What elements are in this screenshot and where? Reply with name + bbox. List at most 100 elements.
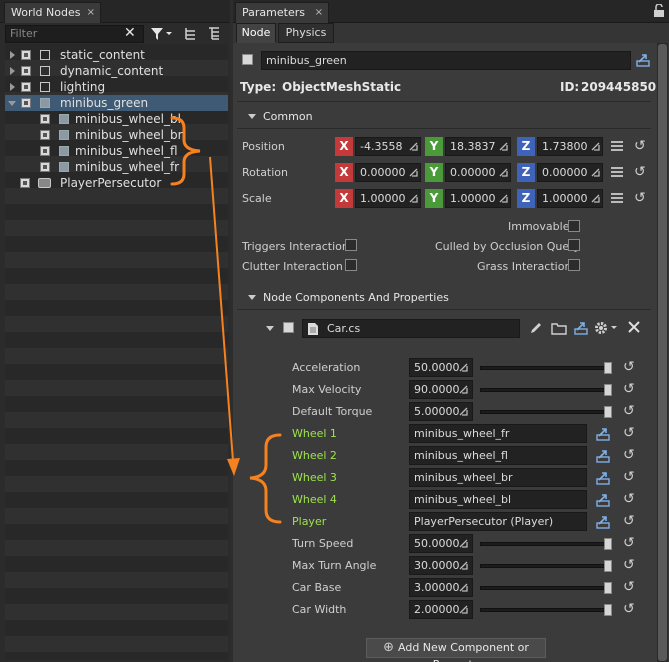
drag-arrow-icon[interactable] bbox=[459, 583, 468, 592]
lock-icon[interactable] bbox=[653, 4, 665, 18]
component-file-field[interactable]: Car.cs bbox=[302, 319, 520, 338]
param-node-field[interactable]: minibus_wheel_fr bbox=[409, 424, 587, 443]
enabled-checkbox[interactable] bbox=[21, 50, 31, 60]
tree-item[interactable]: dynamic_content bbox=[5, 63, 228, 79]
drag-arrow-icon[interactable] bbox=[459, 385, 468, 394]
drag-arrow-icon[interactable] bbox=[459, 605, 468, 614]
close-icon[interactable]: × bbox=[87, 3, 95, 22]
component-pick-icon[interactable] bbox=[574, 321, 588, 335]
tab-physics[interactable]: Physics bbox=[278, 23, 334, 43]
drag-arrow-icon[interactable] bbox=[591, 142, 600, 151]
collapse-tree-icon[interactable] bbox=[184, 27, 198, 41]
hamburger-menu-icon[interactable] bbox=[611, 193, 623, 203]
param-slider-track[interactable] bbox=[480, 608, 612, 612]
drag-arrow-icon[interactable] bbox=[499, 194, 508, 203]
pick-node-icon[interactable] bbox=[636, 53, 650, 67]
reset-icon[interactable]: ↺ bbox=[623, 602, 635, 616]
axis-y-button[interactable]: Y bbox=[425, 189, 443, 208]
axis-x-button[interactable]: X bbox=[335, 137, 353, 156]
param-slider-track[interactable] bbox=[480, 564, 612, 568]
clear-filter-icon[interactable]: ✕ bbox=[124, 25, 136, 41]
reset-icon[interactable]: ↺ bbox=[623, 426, 635, 440]
enabled-checkbox[interactable] bbox=[21, 66, 31, 76]
hamburger-menu-icon[interactable] bbox=[611, 167, 623, 177]
collapsed-arrow-icon[interactable] bbox=[10, 67, 15, 75]
param-node-field[interactable]: minibus_wheel_bl bbox=[409, 490, 587, 509]
tree-item[interactable]: lighting bbox=[5, 79, 228, 95]
close-icon[interactable]: × bbox=[315, 3, 323, 22]
reset-icon[interactable]: ↺ bbox=[634, 139, 646, 153]
clutter-interaction-checkbox[interactable] bbox=[345, 259, 357, 271]
pick-node-icon[interactable] bbox=[596, 427, 610, 441]
reset-icon[interactable]: ↺ bbox=[623, 536, 635, 550]
common-section-title[interactable]: Common bbox=[263, 110, 313, 123]
grass-interaction-checkbox[interactable] bbox=[568, 259, 580, 271]
reset-icon[interactable]: ↺ bbox=[623, 404, 635, 418]
drag-arrow-icon[interactable] bbox=[409, 194, 418, 203]
reset-icon[interactable]: ↺ bbox=[634, 191, 646, 205]
drag-arrow-icon[interactable] bbox=[591, 194, 600, 203]
components-collapse-icon[interactable] bbox=[248, 295, 256, 300]
param-slider-handle[interactable] bbox=[604, 604, 612, 616]
collapsed-arrow-icon[interactable] bbox=[10, 51, 15, 59]
component-collapse-icon[interactable] bbox=[266, 326, 274, 331]
param-slider-handle[interactable] bbox=[604, 538, 612, 550]
enabled-checkbox[interactable] bbox=[40, 162, 50, 172]
enabled-checkbox[interactable] bbox=[21, 98, 31, 108]
drag-arrow-icon[interactable] bbox=[459, 363, 468, 372]
axis-z-button[interactable]: Z bbox=[517, 189, 535, 208]
drag-arrow-icon[interactable] bbox=[591, 168, 600, 177]
param-slider-handle[interactable] bbox=[604, 384, 612, 396]
collapsed-arrow-icon[interactable] bbox=[10, 83, 15, 91]
tab-parameters[interactable]: Parameters × bbox=[235, 2, 329, 23]
pick-node-icon[interactable] bbox=[596, 471, 610, 485]
drag-arrow-icon[interactable] bbox=[459, 539, 468, 548]
pick-node-icon[interactable] bbox=[596, 515, 610, 529]
tree-item[interactable]: minibus_wheel_bl bbox=[5, 111, 228, 127]
common-collapse-icon[interactable] bbox=[248, 114, 256, 119]
reset-icon[interactable]: ↺ bbox=[623, 558, 635, 572]
enabled-checkbox[interactable] bbox=[21, 82, 31, 92]
hamburger-menu-icon[interactable] bbox=[611, 141, 623, 151]
expand-tree-icon[interactable] bbox=[207, 27, 221, 41]
enabled-checkbox[interactable] bbox=[20, 178, 30, 188]
tab-world-nodes[interactable]: World Nodes × bbox=[4, 2, 101, 23]
axis-y-button[interactable]: Y bbox=[425, 163, 443, 182]
pick-node-icon[interactable] bbox=[596, 493, 610, 507]
axis-x-button[interactable]: X bbox=[335, 163, 353, 182]
drag-arrow-icon[interactable] bbox=[409, 168, 418, 177]
param-slider-track[interactable] bbox=[480, 410, 612, 414]
reset-icon[interactable]: ↺ bbox=[623, 448, 635, 462]
param-node-field[interactable]: minibus_wheel_br bbox=[409, 468, 587, 487]
axis-z-button[interactable]: Z bbox=[517, 137, 535, 156]
edit-icon[interactable] bbox=[529, 321, 543, 335]
enabled-checkbox[interactable] bbox=[40, 146, 50, 156]
param-node-field[interactable]: minibus_wheel_fl bbox=[409, 446, 587, 465]
pick-node-icon[interactable] bbox=[596, 449, 610, 463]
components-section-title[interactable]: Node Components And Properties bbox=[263, 291, 449, 304]
scrollbar-thumb[interactable] bbox=[658, 44, 667, 661]
param-slider-handle[interactable] bbox=[604, 560, 612, 572]
reset-icon[interactable]: ↺ bbox=[623, 360, 635, 374]
reset-icon[interactable]: ↺ bbox=[623, 492, 635, 506]
axis-x-button[interactable]: X bbox=[335, 189, 353, 208]
drag-arrow-icon[interactable] bbox=[499, 168, 508, 177]
gear-icon[interactable] bbox=[594, 320, 622, 336]
tree-item[interactable]: minibus_wheel_fr bbox=[5, 159, 228, 175]
reset-icon[interactable]: ↺ bbox=[634, 165, 646, 179]
enabled-checkbox[interactable] bbox=[40, 114, 50, 124]
param-slider-handle[interactable] bbox=[604, 406, 612, 418]
add-component-button[interactable]: ⊕ Add New Component or Property bbox=[366, 638, 546, 662]
reset-icon[interactable]: ↺ bbox=[623, 580, 635, 594]
param-slider-track[interactable] bbox=[480, 366, 612, 370]
param-slider-handle[interactable] bbox=[604, 582, 612, 594]
component-enabled-checkbox[interactable] bbox=[283, 322, 294, 333]
drag-arrow-icon[interactable] bbox=[459, 407, 468, 416]
axis-y-button[interactable]: Y bbox=[425, 137, 443, 156]
param-node-field[interactable]: PlayerPersecutor (Player) bbox=[409, 512, 587, 531]
tab-node[interactable]: Node bbox=[236, 23, 276, 43]
param-slider-track[interactable] bbox=[480, 586, 612, 590]
tree-item[interactable]: minibus_wheel_br bbox=[5, 127, 228, 143]
reset-icon[interactable]: ↺ bbox=[623, 514, 635, 528]
axis-z-button[interactable]: Z bbox=[517, 163, 535, 182]
